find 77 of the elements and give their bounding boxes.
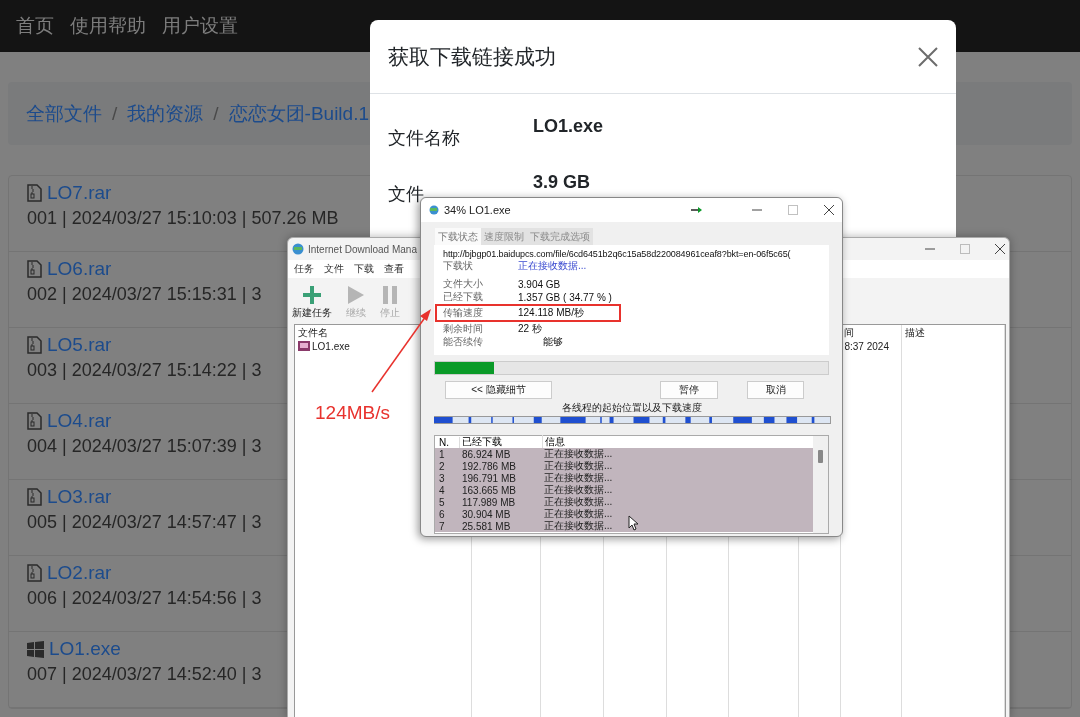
thread-row[interactable]: 1 86.924 MB 正在接收数据... [435,448,813,460]
pause-button[interactable]: 暂停 [660,381,718,399]
scrollbar-thumb[interactable] [818,450,823,463]
archive-file-icon [27,412,42,430]
thread-row[interactable]: 2 192.786 MB 正在接收数据... [435,460,813,472]
status-text: 正在接收数据... [518,259,587,273]
globe-icon [292,243,305,255]
detail-value: 124.118 MB/秒 [518,306,584,320]
breadcrumb-separator: / [112,102,118,125]
file-meta: 002 | 2024/03/27 15:15:31 | 3 [27,284,262,305]
thread-row[interactable]: 4 163.665 MB 正在接收数据... [435,484,813,496]
close-icon[interactable] [995,244,1005,254]
nav-link[interactable]: 使用帮助 [70,13,146,39]
play-icon [348,286,364,304]
toolbar-button[interactable]: 新建任务 [292,286,332,320]
thread-row[interactable]: 5 117.989 MB 正在接收数据... [435,496,813,508]
file-meta: 001 | 2024/03/27 15:10:03 | 507.26 MB [27,208,339,229]
menu-item[interactable]: 任务 [294,262,314,276]
file-meta: 007 | 2024/03/27 14:52:40 | 3 [27,664,262,685]
file-meta: 004 | 2024/03/27 15:07:39 | 3 [27,436,262,457]
detail-label: 文件大小 [443,277,484,291]
file-meta: 003 | 2024/03/27 15:14:22 | 3 [27,360,262,381]
field-value: LO1.exe [533,116,604,138]
archive-file-icon [27,564,42,582]
field-label: 文件名称 [388,127,461,150]
detail-value: 能够 [542,335,563,349]
archive-file-icon [27,488,42,506]
cursor-icon [628,515,639,531]
nav-link[interactable]: 用户设置 [162,13,238,39]
modal-title: 获取下载链接成功 [388,43,556,70]
column-header[interactable]: 描述 [902,325,1004,340]
pause-icon [383,286,397,304]
field-value: 3.9 GB [533,172,591,194]
window-title: Internet Download Mana [308,243,417,255]
hide-details-button[interactable]: << 隐藏细节 [445,381,552,399]
detail-label: 传输速度 [443,306,484,320]
caption: 各线程的起始位置以及下载速度 [561,402,702,413]
file-meta: 005 | 2024/03/27 14:57:47 | 3 [27,512,262,533]
close-icon[interactable] [918,46,938,67]
app-icon [298,341,310,351]
close-icon[interactable] [824,205,834,215]
maximize-icon[interactable] [788,205,798,215]
archive-file-icon [27,184,42,202]
menu-item[interactable]: 查看 [384,262,404,276]
field-label: 文件 [388,183,425,206]
column-header[interactable]: 间 [841,325,902,340]
detail-value: 22 秒 [518,322,542,336]
nav-link[interactable]: 首页 [16,13,54,39]
column-header[interactable]: N. [435,436,460,448]
file-name: LO1.exe [312,340,350,352]
window-title: 34% LO1.exe [444,204,511,216]
thread-row[interactable]: 7 25.581 MB 正在接收数据... [435,520,813,532]
annotation-text: 124MB/s [315,402,390,424]
arrow-icon [691,207,702,213]
detail-label: 剩余时间 [443,322,484,336]
detail-value: 3.904 GB [518,278,561,290]
file-meta: 006 | 2024/03/27 14:54:56 | 3 [27,588,262,609]
maximize-icon[interactable] [960,244,970,254]
archive-file-icon [27,336,42,354]
table-cell-text: 8:37 2024 [843,340,890,352]
detail-label: 已经下载 [443,290,484,304]
menu-item[interactable]: 文件 [324,262,344,276]
cancel-button[interactable]: 取消 [747,381,804,399]
thread-row[interactable]: 6 30.904 MB 正在接收数据... [435,508,813,520]
url-text: http://bjbgp01.baidupcs.com/file/6cd6451b2q6c15a58d220084961ceaf8?bkt=en-06f5c65( [443,249,791,259]
windows-icon [27,640,44,658]
column-header[interactable]: 信息 [543,435,813,449]
menu-item[interactable]: 下载 [354,262,374,276]
detail-value: 1.357 GB ( 34.77 % ) [518,291,612,303]
plus-icon [303,286,321,304]
detail-label: 下载状 [443,259,474,273]
tab[interactable]: 下载状态 [435,228,481,245]
detail-label: 能否续传 [443,335,484,349]
thread-row[interactable]: 3 196.791 MB 正在接收数据... [435,472,813,484]
breadcrumb-separator: / [213,102,219,125]
globe-icon [429,205,440,215]
archive-file-icon [27,260,42,278]
